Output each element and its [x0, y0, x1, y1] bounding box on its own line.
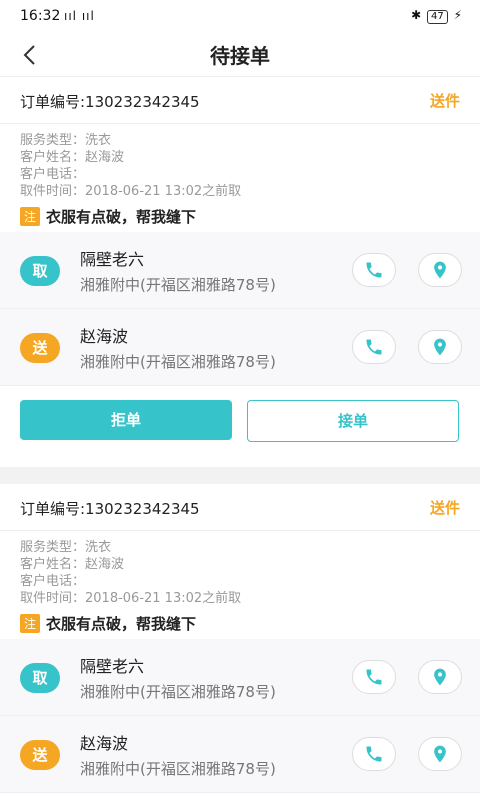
order-info: 服务类型：洗衣 客户姓名：赵海波 客户电话： 取件时间：2018-06-21 1…	[0, 124, 480, 200]
delivery-address: 湘雅附中(开福区湘雅路78号)	[80, 760, 276, 778]
delivery-badge: 送	[20, 333, 60, 363]
pickup-badge: 取	[20, 663, 60, 693]
customer-phone: 客户电话：	[20, 167, 86, 182]
note-tag: 注	[20, 614, 41, 633]
accept-button[interactable]: 接单	[247, 400, 459, 442]
order-header: 订单编号:130232342345 送件	[0, 484, 480, 531]
phone-icon	[366, 669, 382, 685]
order-card: 订单编号:130232342345 送件 服务类型：洗衣 客户姓名：赵海波 客户…	[0, 77, 480, 467]
pickup-stop: 取 隔壁老六 湘雅附中(开福区湘雅路78号)	[0, 232, 480, 309]
delivery-name: 赵海波	[80, 327, 129, 346]
location-pin-icon	[434, 668, 446, 686]
order-note: 注衣服有点破，帮我缝下	[20, 206, 480, 232]
customer-phone: 客户电话：	[20, 574, 86, 589]
status-time: 16:32	[20, 8, 61, 24]
order-actions: 拒单 接单	[0, 386, 480, 458]
order-card: 订单编号:130232342345 送件 服务类型：洗衣 客户姓名：赵海波 客户…	[0, 484, 480, 800]
call-button[interactable]	[352, 330, 396, 364]
service-type: 服务类型：洗衣	[20, 133, 112, 148]
delivery-name: 赵海波	[80, 734, 129, 753]
order-header: 订单编号:130232342345 送件	[0, 77, 480, 124]
pickup-name: 隔壁老六	[80, 250, 145, 269]
order-type-label: 送件	[429, 92, 460, 110]
customer-name: 客户姓名：赵海波	[20, 150, 125, 165]
location-pin-icon	[434, 745, 446, 763]
status-right: ✱ 47 ⚡	[411, 8, 462, 24]
signal-icon: ııl ııl	[64, 9, 95, 23]
location-button[interactable]	[418, 330, 462, 364]
battery-icon: 47	[427, 10, 448, 24]
order-info: 服务类型：洗衣 客户姓名：赵海波 客户电话： 取件时间：2018-06-21 1…	[0, 531, 480, 607]
order-number: 订单编号:130232342345	[20, 500, 200, 518]
pickup-address: 湘雅附中(开福区湘雅路78号)	[80, 683, 276, 701]
location-pin-icon	[434, 338, 446, 356]
status-bar: 16:32 ııl ııl ✱ 47 ⚡	[0, 0, 480, 34]
call-button[interactable]	[352, 737, 396, 771]
phone-icon	[366, 262, 382, 278]
delivery-stop: 送 赵海波 湘雅附中(开福区湘雅路78号)	[0, 309, 480, 386]
pickup-stop: 取 隔壁老六 湘雅附中(开福区湘雅路78号)	[0, 639, 480, 716]
delivery-badge: 送	[20, 740, 60, 770]
note-tag: 注	[20, 207, 41, 226]
bluetooth-icon: ✱	[411, 8, 422, 22]
location-pin-icon	[434, 261, 446, 279]
delivery-stop: 送 赵海波 湘雅附中(开福区湘雅路78号)	[0, 716, 480, 793]
order-type-label: 送件	[429, 499, 460, 517]
reject-button[interactable]: 拒单	[20, 400, 232, 440]
note-text: 衣服有点破，帮我缝下	[46, 615, 197, 633]
pickup-address: 湘雅附中(开福区湘雅路78号)	[80, 276, 276, 294]
order-number: 订单编号:130232342345	[20, 93, 200, 111]
location-button[interactable]	[418, 737, 462, 771]
phone-icon	[366, 339, 382, 355]
service-type: 服务类型：洗衣	[20, 540, 112, 555]
page-title: 待接单	[210, 44, 270, 68]
pickup-time: 取件时间：2018-06-21 13:02之前取	[20, 591, 242, 606]
location-button[interactable]	[418, 660, 462, 694]
customer-name: 客户姓名：赵海波	[20, 557, 125, 572]
call-button[interactable]	[352, 660, 396, 694]
pickup-time: 取件时间：2018-06-21 13:02之前取	[20, 184, 242, 199]
phone-icon	[366, 746, 382, 762]
pickup-name: 隔壁老六	[80, 657, 145, 676]
pickup-badge: 取	[20, 256, 60, 286]
order-note: 注衣服有点破，帮我缝下	[20, 613, 480, 639]
delivery-address: 湘雅附中(开福区湘雅路78号)	[80, 353, 276, 371]
location-button[interactable]	[418, 253, 462, 287]
call-button[interactable]	[352, 253, 396, 287]
note-text: 衣服有点破，帮我缝下	[46, 208, 197, 226]
charging-icon: ⚡	[453, 8, 462, 22]
nav-bar: 待接单	[0, 34, 480, 77]
